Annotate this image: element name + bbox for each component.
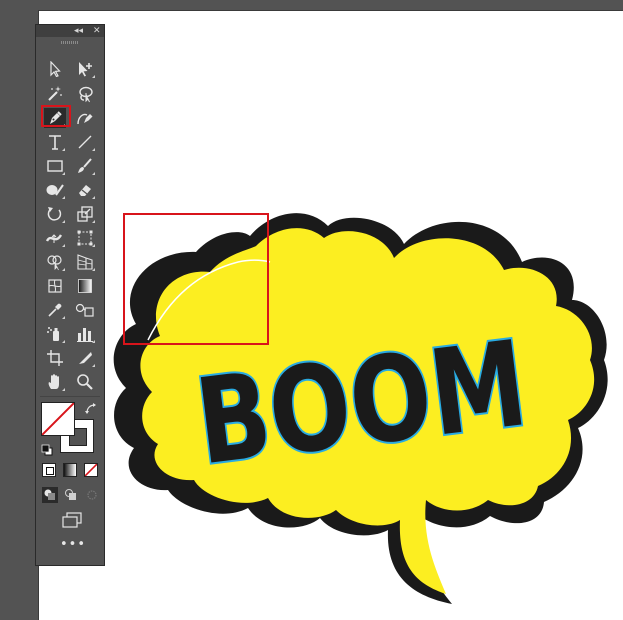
color-mode-icon[interactable] — [42, 463, 56, 477]
zoom-icon[interactable] — [74, 372, 96, 392]
free-transform-icon[interactable] — [74, 228, 96, 248]
panel-grip[interactable] — [61, 41, 79, 44]
swap-fill-stroke-icon[interactable] — [84, 401, 98, 420]
hand-icon[interactable] — [44, 372, 66, 392]
curvature-icon[interactable] — [74, 108, 96, 128]
panel-header[interactable]: ◂◂ ✕ — [36, 25, 104, 37]
perspective-grid-icon[interactable] — [74, 252, 96, 272]
tools-panel[interactable]: ◂◂ ✕ ••• — [35, 24, 105, 566]
line-segment-icon[interactable] — [74, 132, 96, 152]
draw-behind-icon[interactable] — [63, 487, 79, 503]
magic-wand-icon[interactable] — [44, 84, 66, 104]
eyedropper-icon[interactable] — [44, 300, 66, 320]
close-icon[interactable]: ✕ — [93, 25, 101, 37]
width-icon[interactable] — [44, 228, 66, 248]
symbol-sprayer-icon[interactable] — [44, 324, 66, 344]
lasso-icon[interactable] — [74, 84, 96, 104]
rectangle-icon[interactable] — [44, 156, 66, 176]
panel-divider — [40, 396, 100, 397]
draw-normal-icon[interactable] — [42, 487, 58, 503]
none-mode-icon[interactable] — [84, 463, 98, 477]
paintbrush-icon[interactable] — [74, 156, 96, 176]
fill-swatch[interactable] — [41, 402, 75, 436]
default-fill-stroke-icon[interactable] — [41, 441, 53, 460]
more-tools-icon[interactable]: ••• — [60, 538, 85, 556]
gradient-icon[interactable] — [74, 276, 96, 296]
selection-arrow-icon[interactable] — [44, 59, 66, 79]
type-icon[interactable] — [44, 132, 66, 152]
screen-mode-icon[interactable] — [61, 512, 83, 532]
pen-icon[interactable] — [44, 108, 66, 128]
rotate-icon[interactable] — [44, 204, 66, 224]
draw-inside-icon[interactable] — [84, 487, 100, 503]
shaper-icon[interactable] — [44, 180, 66, 200]
column-graph-icon[interactable] — [74, 324, 96, 344]
blend-icon[interactable] — [74, 300, 96, 320]
eraser-icon[interactable] — [74, 180, 96, 200]
direct-selection-icon[interactable] — [74, 59, 96, 79]
slice-icon[interactable] — [74, 348, 96, 368]
mesh-icon[interactable] — [44, 276, 66, 296]
collapse-icon[interactable]: ◂◂ — [74, 25, 83, 37]
shape-builder-icon[interactable] — [44, 252, 66, 272]
gradient-mode-icon[interactable] — [63, 463, 77, 477]
scale-icon[interactable] — [74, 204, 96, 224]
artboard-icon[interactable] — [44, 348, 66, 368]
